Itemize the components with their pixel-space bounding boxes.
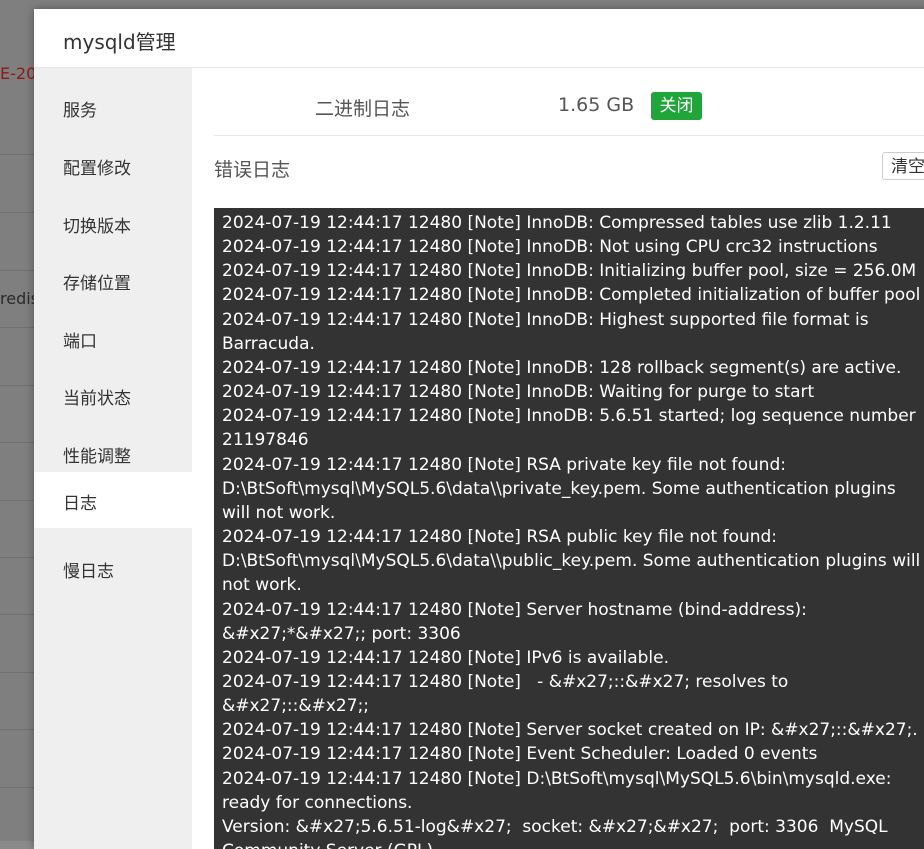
- sidebar-item-label: 慢日志: [63, 562, 114, 582]
- sidebar-item-logs[interactable]: 日志: [34, 472, 192, 528]
- background-divider: [0, 327, 34, 328]
- sidebar-item-status[interactable]: 当前状态: [34, 367, 192, 423]
- section-divider: [214, 135, 924, 136]
- background-divider: [0, 729, 34, 730]
- dialog-header: mysqld管理: [34, 9, 924, 68]
- sidebar-item-label: 配置修改: [63, 159, 131, 179]
- log-line: 2024-07-19 12:44:17 12480 [Note] InnoDB:…: [222, 261, 917, 282]
- sidebar-item-slow-log[interactable]: 慢日志: [34, 540, 192, 596]
- log-line: Version: &#x27;5.6.51-log&#x27; socket: …: [222, 816, 888, 849]
- log-line: 2024-07-19 12:44:17 12480 [Note] InnoDB:…: [222, 382, 815, 403]
- sidebar-item-port[interactable]: 端口: [34, 310, 192, 366]
- log-line: 2024-07-19 12:44:17 12480 [Note] IPv6 is…: [222, 647, 670, 668]
- sidebar-item-label: 服务: [63, 101, 97, 121]
- sidebar-item-switch-version[interactable]: 切换版本: [34, 195, 192, 251]
- background-partial-text: redis: [0, 289, 34, 308]
- background-divider: [0, 787, 34, 788]
- background-divider: [0, 442, 34, 443]
- log-line: 2024-07-19 12:44:17 12480 [Note] D:\BtSo…: [222, 768, 897, 813]
- clear-log-button[interactable]: 清空: [882, 152, 924, 180]
- dialog-title: mysqld管理: [63, 30, 176, 54]
- background-divider: [0, 614, 34, 615]
- error-log-textarea[interactable]: 2024-07-19 12:44:17 12480 [Note] InnoDB:…: [214, 208, 924, 849]
- mysqld-manager-dialog: mysqld管理 服务 配置修改 切换版本 存储位置 端口 当前状态 性能调整 …: [34, 9, 924, 849]
- sidebar-item-label: 切换版本: [63, 217, 131, 237]
- sidebar-menu: 服务 配置修改 切换版本 存储位置 端口 当前状态 性能调整 日志 慢日志: [34, 68, 192, 849]
- sidebar-item-label: 性能调整: [63, 447, 131, 467]
- background-divider: [0, 212, 34, 213]
- sidebar-item-label: 当前状态: [63, 389, 131, 409]
- log-line: 2024-07-19 12:44:17 12480 [Note] Event S…: [222, 744, 818, 765]
- binlog-size: 1.65 GB: [558, 94, 635, 116]
- error-log-content: 2024-07-19 12:44:17 12480 [Note] InnoDB:…: [222, 211, 922, 849]
- background-divider: [0, 270, 34, 271]
- log-line: 2024-07-19 12:44:17 12480 [Note] InnoDB:…: [222, 357, 902, 378]
- log-line: 2024-07-19 12:44:17 12480 [Note] InnoDB:…: [222, 285, 921, 306]
- sidebar-item-label: 日志: [63, 494, 97, 514]
- background-divider: [0, 154, 34, 155]
- sidebar-item-label: 端口: [63, 332, 97, 352]
- binlog-label: 二进制日志: [315, 98, 411, 120]
- log-line: 2024-07-19 12:44:17 12480 [Note] - &#x27…: [222, 671, 794, 717]
- log-line: 2024-07-19 12:44:17 12480 [Note] InnoDB:…: [222, 406, 922, 451]
- log-line: 2024-07-19 12:44:17 12480 [Note] Server …: [222, 599, 813, 644]
- log-line: 2024-07-19 12:44:17 12480 [Note] InnoDB:…: [222, 309, 874, 354]
- sidebar-item-storage[interactable]: 存储位置: [34, 252, 192, 308]
- log-line: 2024-07-19 12:44:17 12480 [Note] Server …: [222, 720, 918, 741]
- background-divider: [0, 500, 34, 501]
- log-line: 2024-07-19 12:44:17 12480 [Note] RSA pri…: [222, 454, 902, 523]
- error-log-title: 错误日志: [214, 159, 291, 181]
- log-line: 2024-07-19 12:44:17 12480 [Note] RSA pub…: [222, 527, 921, 596]
- background-divider: [0, 557, 34, 558]
- background-partial-text: E-20: [0, 64, 34, 83]
- sidebar-item-service[interactable]: 服务: [34, 79, 192, 135]
- log-line: 2024-07-19 12:44:17 12480 [Note] InnoDB:…: [222, 237, 878, 258]
- sidebar-item-label: 存储位置: [63, 274, 131, 294]
- log-line: 2024-07-19 12:44:17 12480 [Note] InnoDB:…: [222, 213, 892, 233]
- binlog-close-button[interactable]: 关闭: [651, 92, 702, 120]
- background-divider: [0, 672, 34, 673]
- log-panel: 二进制日志 1.65 GB 关闭 错误日志 清空 2024-07-19 12:4…: [192, 68, 924, 849]
- sidebar-item-config[interactable]: 配置修改: [34, 137, 192, 193]
- background-divider: [0, 385, 34, 386]
